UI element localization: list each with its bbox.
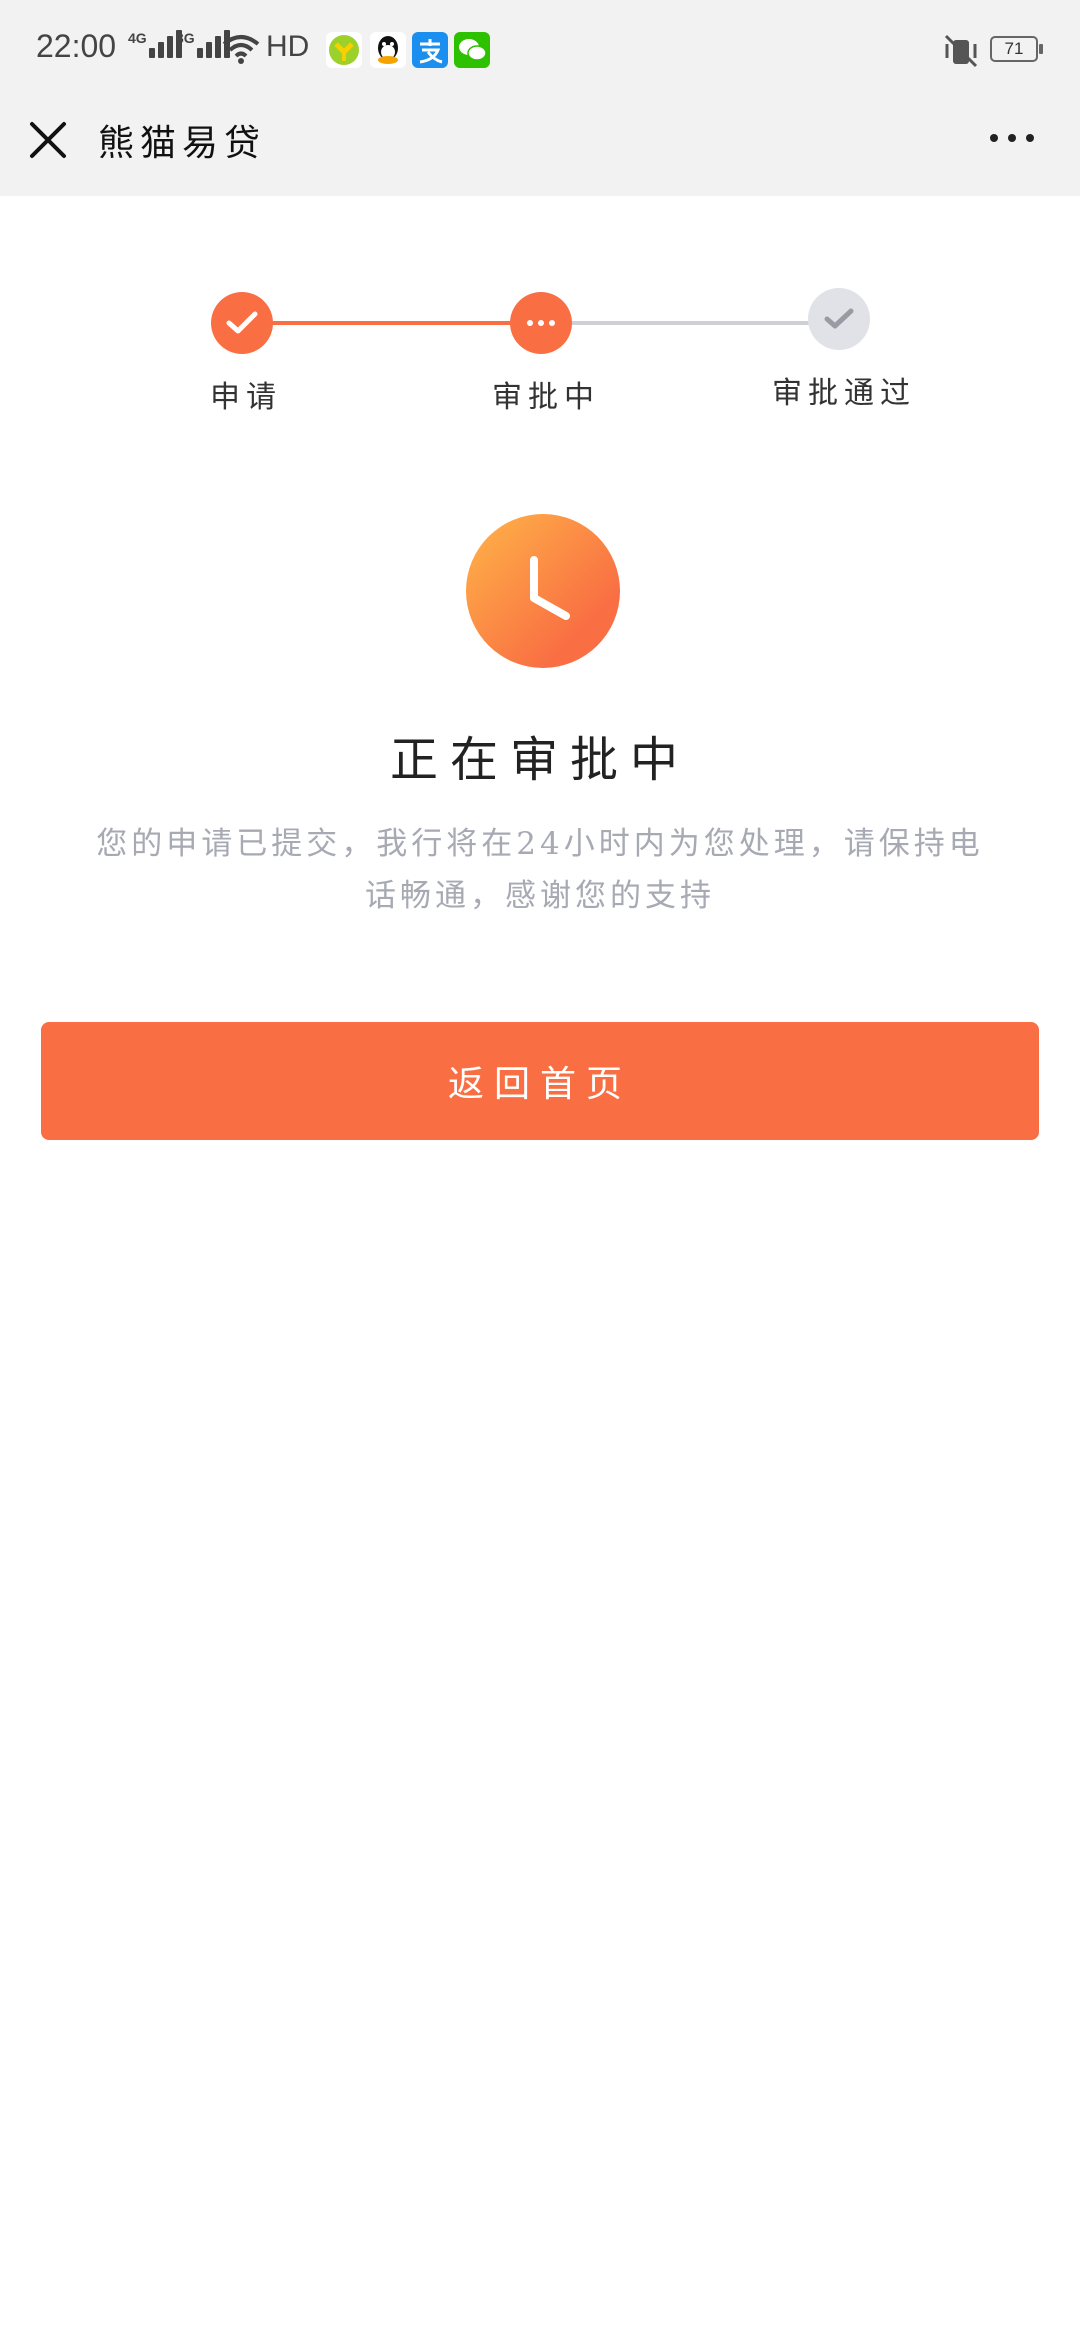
status-description: 您的申请已提交，我行将在24小时内为您处理，请保持电话畅通，感谢您的支持 (96, 826, 984, 914)
qq-icon (370, 32, 406, 68)
check-icon (226, 311, 258, 334)
ellipsis-icon (527, 320, 555, 326)
step-label-approved: 审批通过 (772, 376, 916, 411)
status-time: 22:00 (36, 28, 117, 64)
nav-title: 熊猫易贷 (98, 123, 267, 164)
alipay-icon (412, 32, 448, 68)
step-label-applied: 申请 (210, 380, 282, 415)
close-icon[interactable] (28, 120, 68, 160)
step-approved-node (808, 288, 870, 350)
progress-track-done (242, 321, 542, 325)
nav-bar: 熊猫易贷 (0, 100, 1080, 196)
return-home-button[interactable]: 返回首页 (41, 1022, 1039, 1140)
progress-track-pending (542, 321, 842, 325)
battery-icon: 71 (990, 36, 1043, 62)
check-icon (824, 308, 854, 329)
wifi-icon (222, 35, 260, 64)
app-notification-icon (326, 32, 362, 68)
clock-icon (466, 514, 620, 668)
vibrate-mute-icon (944, 34, 978, 68)
status-bar: 22:00 4G 3G HD 71 (0, 0, 1080, 100)
more-options-icon[interactable] (990, 134, 1034, 142)
step-reviewing-node (510, 292, 572, 354)
step-label-reviewing: 审批中 (492, 380, 600, 415)
step-applied-node (211, 292, 273, 354)
battery-level: 71 (1004, 39, 1024, 58)
status-title: 正在审批中 (389, 732, 690, 788)
hd-indicator: HD (266, 30, 310, 63)
wechat-icon (454, 32, 490, 68)
